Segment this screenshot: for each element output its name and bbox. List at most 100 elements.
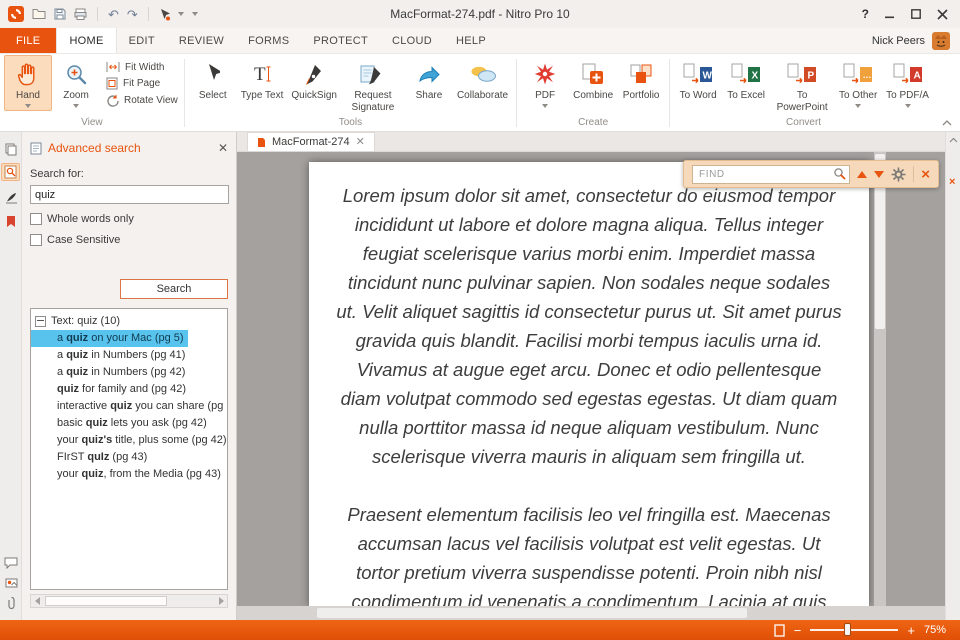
pdf-page[interactable]: Lorem ipsum dolor sit amet, consectetur …	[309, 162, 869, 606]
search-result-item[interactable]: quiz for family and (pg 42)	[31, 381, 190, 398]
scrollbar-thumb[interactable]	[317, 608, 747, 618]
search-button[interactable]: Search	[120, 279, 228, 299]
portfolio-icon	[629, 60, 653, 88]
combine-button[interactable]: Combine	[569, 55, 617, 105]
scroll-left-icon[interactable]	[31, 595, 43, 607]
collaborate-button[interactable]: Collaborate	[453, 55, 512, 105]
fit-width-button[interactable]: Fit Width	[106, 61, 178, 73]
redo-button[interactable]: ↷	[127, 8, 138, 21]
portfolio-button[interactable]: Portfolio	[617, 55, 665, 105]
minimize-button[interactable]	[885, 9, 895, 19]
tab-protect[interactable]: PROTECT	[301, 28, 380, 53]
tab-review[interactable]: REVIEW	[167, 28, 236, 53]
tab-edit[interactable]: EDIT	[117, 28, 167, 53]
tab-forms[interactable]: FORMS	[236, 28, 301, 53]
request-signature-button[interactable]: Request Signature	[341, 55, 405, 116]
media-panel-icon[interactable]	[3, 574, 19, 592]
search-result-item[interactable]: your quiz's title, plus some (pg 42)	[31, 432, 228, 449]
zoom-tool-button[interactable]: Zoom	[52, 55, 100, 111]
undo-button[interactable]: ↶	[108, 8, 119, 21]
tab-home[interactable]: HOME	[56, 28, 116, 53]
results-tree-header[interactable]: Text: quiz (10)	[31, 313, 227, 330]
chevron-down-icon	[855, 104, 861, 108]
whole-words-checkbox[interactable]: Whole words only	[22, 213, 236, 225]
tab-help[interactable]: HELP	[444, 28, 498, 53]
quicksign-button[interactable]: QuickSign	[287, 55, 341, 105]
scroll-right-icon[interactable]	[215, 595, 227, 607]
signature-panel-icon[interactable]	[3, 188, 19, 206]
open-file-button[interactable]	[32, 8, 46, 20]
find-input[interactable]	[692, 165, 850, 184]
customize-toolbar-icon[interactable]	[192, 12, 198, 16]
zoom-slider[interactable]	[810, 629, 898, 631]
fit-page-button[interactable]: Fit Page	[106, 77, 178, 90]
rotate-view-button[interactable]: Rotate View	[106, 94, 178, 107]
to-pdfa-label: To PDF/A	[886, 90, 929, 102]
search-result-item[interactable]: a quiz on your Mac (pg 5)	[31, 330, 188, 347]
zoom-in-button[interactable]: +	[907, 624, 915, 637]
bookmarks-panel-icon[interactable]	[3, 212, 19, 230]
zoom-out-button[interactable]: −	[794, 624, 802, 637]
user-account[interactable]: Nick Peers	[872, 28, 960, 53]
panel-close-icon[interactable]: ✕	[218, 142, 228, 154]
find-previous-icon[interactable]	[857, 171, 867, 178]
print-button[interactable]	[74, 8, 87, 20]
case-sensitive-checkbox[interactable]: Case Sensitive	[22, 234, 236, 246]
right-sidebar-strip: ×	[945, 132, 960, 620]
portfolio-label: Portfolio	[623, 90, 660, 102]
to-pdfa-button[interactable]: A To PDF/A	[882, 55, 933, 111]
document-tab[interactable]: MacFormat-274 ✕	[247, 132, 375, 151]
pointer-tool-button[interactable]	[159, 8, 170, 21]
hand-tool-button[interactable]: Hand	[4, 55, 52, 111]
search-panel-icon[interactable]	[1, 163, 20, 181]
search-result-item[interactable]: a quiz in Numbers (pg 41)	[31, 347, 189, 364]
vertical-scrollbar[interactable]	[874, 152, 886, 606]
close-button[interactable]	[937, 9, 948, 20]
search-result-item[interactable]: a quiz in Numbers (pg 42)	[31, 364, 189, 381]
collapse-ribbon-button[interactable]	[942, 120, 952, 126]
save-button[interactable]	[54, 8, 66, 20]
to-excel-button[interactable]: X To Excel	[722, 55, 770, 105]
find-options-gear-icon[interactable]	[891, 167, 906, 182]
attachments-panel-icon[interactable]	[3, 594, 19, 612]
quicksign-label: QuickSign	[291, 90, 337, 102]
page-fit-icon[interactable]	[774, 624, 785, 637]
type-text-button[interactable]: T Type Text	[237, 55, 288, 105]
nitro-logo-icon	[8, 6, 24, 22]
tree-collapse-icon[interactable]	[35, 316, 46, 327]
panel-close-icon[interactable]: ×	[949, 176, 955, 188]
user-name: Nick Peers	[872, 35, 925, 47]
share-button[interactable]: Share	[405, 55, 453, 105]
create-pdf-button[interactable]: PDF	[521, 55, 569, 111]
close-document-icon[interactable]: ✕	[356, 137, 365, 148]
search-input[interactable]	[30, 185, 229, 204]
panel-horizontal-scrollbar[interactable]	[30, 594, 228, 608]
document-canvas[interactable]: Lorem ipsum dolor sit amet, consectetur …	[237, 152, 945, 606]
scrollbar-track[interactable]	[43, 595, 215, 607]
help-button[interactable]: ?	[862, 7, 869, 21]
to-word-button[interactable]: W To Word	[674, 55, 722, 105]
scrollbar-thumb[interactable]	[45, 596, 167, 606]
select-button[interactable]: Select	[189, 55, 237, 105]
tab-file[interactable]: FILE	[0, 28, 56, 53]
search-result-item[interactable]: FIrST quIz (pg 43)	[31, 449, 151, 466]
to-other-button[interactable]: … To Other	[834, 55, 882, 111]
zoom-slider-thumb[interactable]	[844, 623, 851, 636]
horizontal-scrollbar[interactable]	[237, 606, 945, 620]
find-close-icon[interactable]: ×	[921, 167, 930, 182]
comments-panel-icon[interactable]	[3, 554, 19, 572]
chevron-up-icon[interactable]	[949, 137, 958, 143]
chevron-down-icon[interactable]	[178, 12, 184, 16]
pages-panel-icon[interactable]	[3, 140, 19, 158]
svg-text:T: T	[254, 64, 266, 85]
to-word-icon: W	[683, 60, 713, 88]
maximize-button[interactable]	[911, 9, 921, 19]
search-result-item[interactable]: basic quiz lets you ask (pg 42)	[31, 415, 211, 432]
tab-cloud[interactable]: CLOUD	[380, 28, 444, 53]
search-result-item[interactable]: your quiz, from the Media (pg 43)	[31, 466, 225, 483]
to-powerpoint-button[interactable]: P To PowerPoint	[770, 55, 834, 116]
search-result-item[interactable]: interactive quiz you can share (pg	[31, 398, 227, 415]
request-signature-icon	[360, 60, 385, 88]
to-excel-label: To Excel	[727, 90, 765, 102]
find-next-icon[interactable]	[874, 171, 884, 178]
